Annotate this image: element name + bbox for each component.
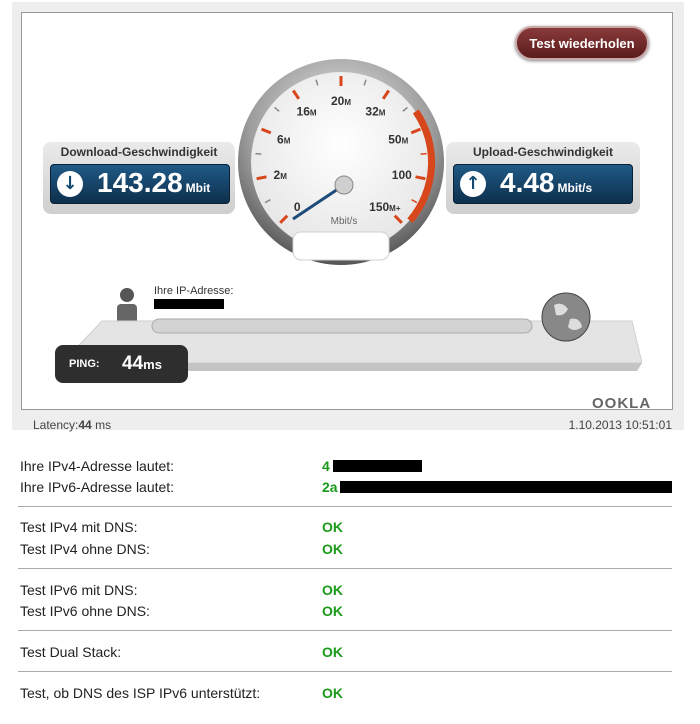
result-label-ipv4: Ihre IPv4-Adresse lautet: (20, 458, 175, 474)
download-panel: Download-Geschwindigkeit ↓ 143.28 Mbit (43, 142, 235, 214)
upload-display: ↑ 4.48 Mbit/s (453, 164, 633, 204)
test-timestamp: 1.10.2013 10:51:01 (568, 418, 672, 432)
download-value: 143.28 (97, 167, 183, 198)
gauge-tick-label: 0 (294, 200, 301, 214)
upload-value: 4.48 (500, 167, 555, 198)
ping-label: PING: (69, 358, 100, 370)
divider (18, 506, 672, 507)
result-label-ipv4-nodns: Test IPv4 ohne DNS: (20, 541, 150, 557)
gauge-tick (415, 175, 426, 181)
download-label: Download-Geschwindigkeit (60, 145, 218, 159)
gauge-tick (420, 152, 427, 155)
divider (18, 630, 672, 631)
result-label-ipv6-dns: Test IPv6 mit DNS: (20, 582, 138, 598)
globe-icon (541, 292, 591, 342)
result-value-ipv6-nodns: OK (322, 603, 343, 619)
ookla-logo: OOKLA (592, 395, 652, 412)
download-display: ↓ 143.28 Mbit (50, 164, 230, 204)
gauge-tick-label: 100 (392, 168, 412, 182)
result-value-isp-dns-ipv6: OK (322, 685, 343, 701)
gauge-unit-label: Mbit/s (331, 216, 358, 227)
result-value-ipv4-dns: OK (322, 519, 343, 535)
result-value-ipv6: 2a (322, 479, 338, 495)
ping-value: 44 (122, 353, 144, 374)
latency-text: Latency:44 ms (33, 418, 111, 432)
result-label-ipv4-dns: Test IPv4 mit DNS: (20, 519, 138, 535)
download-unit: Mbit (185, 181, 211, 195)
result-label-ipv6: Ihre IPv6-Adresse lautet: (20, 479, 175, 495)
upload-label: Upload-Geschwindigkeit (472, 145, 613, 159)
upload-unit: Mbit/s (557, 181, 593, 195)
divider (18, 671, 672, 672)
gauge-tick (255, 152, 262, 155)
result-value-ipv4-nodns: OK (322, 541, 343, 557)
gauge-readout-box (292, 231, 390, 261)
gauge-tick (256, 175, 267, 181)
latency-unit: ms (91, 418, 112, 432)
latency-value: 44 (78, 418, 92, 432)
download-arrow-icon: ↓ (57, 171, 83, 197)
ipv4-redacted (333, 460, 422, 472)
result-value-dual-stack: OK (322, 644, 343, 660)
result-value-ipv6-dns: OK (322, 582, 343, 598)
speed-gauge: 02M6M16M20M32M50M100150M+ Mbit/s (238, 59, 444, 265)
ip-label: Ihre IP-Adresse: (154, 285, 234, 297)
latency-label: Latency: (33, 418, 79, 432)
result-label-dual-stack: Test Dual Stack: (20, 644, 122, 660)
retest-button[interactable]: Test wiederholen (515, 26, 649, 60)
result-label-ipv6-nodns: Test IPv6 ohne DNS: (20, 603, 150, 619)
gauge-hub (334, 175, 354, 195)
upload-panel: Upload-Geschwindigkeit ↑ 4.48 Mbit/s (446, 142, 640, 214)
speedtest-canvas: Test wiederholen Download-Geschwindigkei… (21, 12, 673, 412)
divider (18, 568, 672, 569)
upload-arrow-icon: ↑ (460, 171, 486, 197)
connection-pipe (151, 318, 533, 334)
result-label-isp-dns-ipv6: Test, ob DNS des ISP IPv6 unterstützt: (20, 685, 261, 701)
ping-unit: ms (143, 357, 162, 372)
ipv6-redacted (340, 481, 672, 493)
ping-display: PING: 44ms (55, 345, 188, 383)
result-value-ipv4: 4 (322, 458, 330, 474)
